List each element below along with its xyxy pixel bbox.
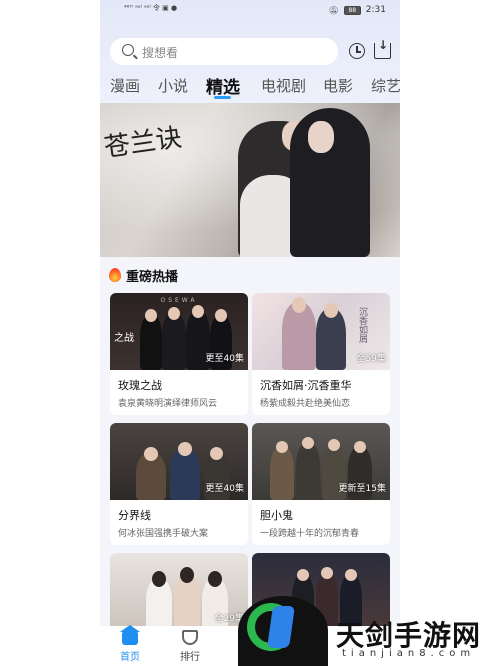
nav-home[interactable]: 首页 (105, 625, 155, 666)
card-title: 胆小鬼 (260, 509, 293, 522)
drama-card[interactable]: 更至40集 分界线 何冰张国强携手破大案 (110, 423, 248, 545)
tab-movies[interactable]: 电影 (323, 75, 353, 96)
nav-ranking-label: 排行 (180, 652, 200, 663)
tab-tv-series[interactable]: 电视剧 (261, 75, 306, 96)
card-title: 玫瑰之战 (118, 379, 162, 392)
thumb-head (328, 439, 340, 451)
thumb-person (140, 315, 162, 370)
thumb-banner-text: OSEWA (160, 297, 198, 304)
trophy-icon (182, 630, 198, 645)
search-input[interactable]: 搜想看 (110, 38, 338, 65)
home-icon (120, 625, 140, 645)
battery-icon: 88 (343, 5, 361, 15)
status-left-icons: ⁴⁶ᴴ ᵃᵃˡ ᵃᵃˡ 令 ▣ ● (124, 4, 177, 12)
thumb-head (276, 441, 288, 453)
thumb-head (192, 305, 204, 318)
thumb-head (180, 567, 194, 583)
episode-badge: 更新至15集 (338, 484, 386, 494)
mute-icon: 🔕︎ (328, 5, 339, 15)
tab-variety[interactable]: 综艺 (371, 75, 400, 96)
nav-ranking[interactable]: 排行 (165, 626, 215, 666)
card-subtitle: 杨紫成毅共赴绝美仙恋 (260, 399, 351, 409)
thumb-head (210, 447, 223, 460)
thumb-head (302, 437, 314, 449)
thumb-head (354, 441, 366, 453)
card-title: 分界线 (118, 509, 151, 522)
thumb-person (282, 303, 316, 370)
thumb-person (170, 449, 200, 500)
thumb-person (162, 313, 186, 370)
download-icon[interactable] (374, 38, 391, 59)
clock: 2:31 (365, 5, 386, 15)
tab-featured[interactable]: 精选 (206, 73, 240, 98)
signal-wifi-icons: ⁴⁶ᴴ ᵃᵃˡ ᵃᵃˡ 令 ▣ ● (124, 4, 178, 12)
drama-card[interactable]: 沉香如屑 全59集 沉香如屑·沉香重华 杨紫成毅共赴绝美仙恋 (252, 293, 390, 415)
thumb-head (168, 307, 180, 320)
episode-badge: 更至40集 (205, 484, 244, 494)
banner-face-male (308, 121, 334, 153)
tab-novels[interactable]: 小说 (158, 75, 188, 96)
thumb-person (270, 447, 294, 500)
thumb-head (345, 569, 357, 581)
thumb-head (321, 567, 333, 579)
episode-badge: 更至40集 (205, 354, 244, 364)
drama-card[interactable]: OSEWA 之战 更至40集 玫瑰之战 袁泉黄晓明演绎律师风云 (110, 293, 248, 415)
status-bar: ⁴⁶ᴴ ᵃᵃˡ ᵃᵃˡ 令 ▣ ● 🔕︎ 88 2:31 (100, 0, 400, 24)
active-tab-indicator (214, 96, 231, 99)
left-margin (0, 0, 100, 666)
search-placeholder: 搜想看 (142, 46, 179, 60)
history-icon[interactable] (349, 43, 365, 59)
featured-banner[interactable]: 苍兰诀 (100, 103, 400, 257)
thumb-title-text: 之战 (114, 333, 134, 344)
card-title: 沉香如屑·沉香重华 (260, 379, 352, 392)
search-icon (122, 44, 134, 56)
tab-comics[interactable]: 漫画 (110, 75, 140, 96)
thumb-head (208, 571, 222, 587)
episode-badge: 全59集 (356, 354, 386, 364)
card-subtitle: 一段跨越十年的沉郁青春 (260, 529, 360, 539)
thumb-person (316, 309, 346, 370)
phone-screen: ⁴⁶ᴴ ᵃᵃˡ ᵃᵃˡ 令 ▣ ● 🔕︎ 88 2:31 搜想看 漫画 小说 精… (100, 0, 400, 666)
thumb-head (292, 297, 306, 313)
thumb-head (178, 442, 192, 456)
thumb-title-text: 沉香如屑 (357, 307, 367, 343)
fire-icon (109, 268, 121, 282)
section-title: 重磅热播 (126, 270, 179, 285)
thumb-person (174, 575, 200, 630)
drama-card[interactable]: 更新至15集 胆小鬼 一段跨越十年的沉郁青春 (252, 423, 390, 545)
thumb-head (145, 309, 157, 322)
thumb-person (296, 443, 320, 500)
right-margin (400, 0, 500, 666)
card-subtitle: 袁泉黄晓明演绎律师风云 (118, 399, 218, 409)
watermark-url: tianjian8.com (342, 648, 476, 659)
category-tabs: 漫画 小说 精选 电视剧 电影 综艺 (100, 72, 400, 100)
thumb-head (215, 309, 227, 322)
thumb-head (152, 571, 166, 587)
nav-home-label: 首页 (120, 652, 140, 663)
thumb-head (324, 303, 338, 318)
card-subtitle: 何冰张国强携手破大案 (118, 529, 209, 539)
thumb-head (144, 447, 158, 461)
thumb-head (297, 569, 309, 581)
status-right-icons: 🔕︎ 88 2:31 (329, 5, 386, 15)
